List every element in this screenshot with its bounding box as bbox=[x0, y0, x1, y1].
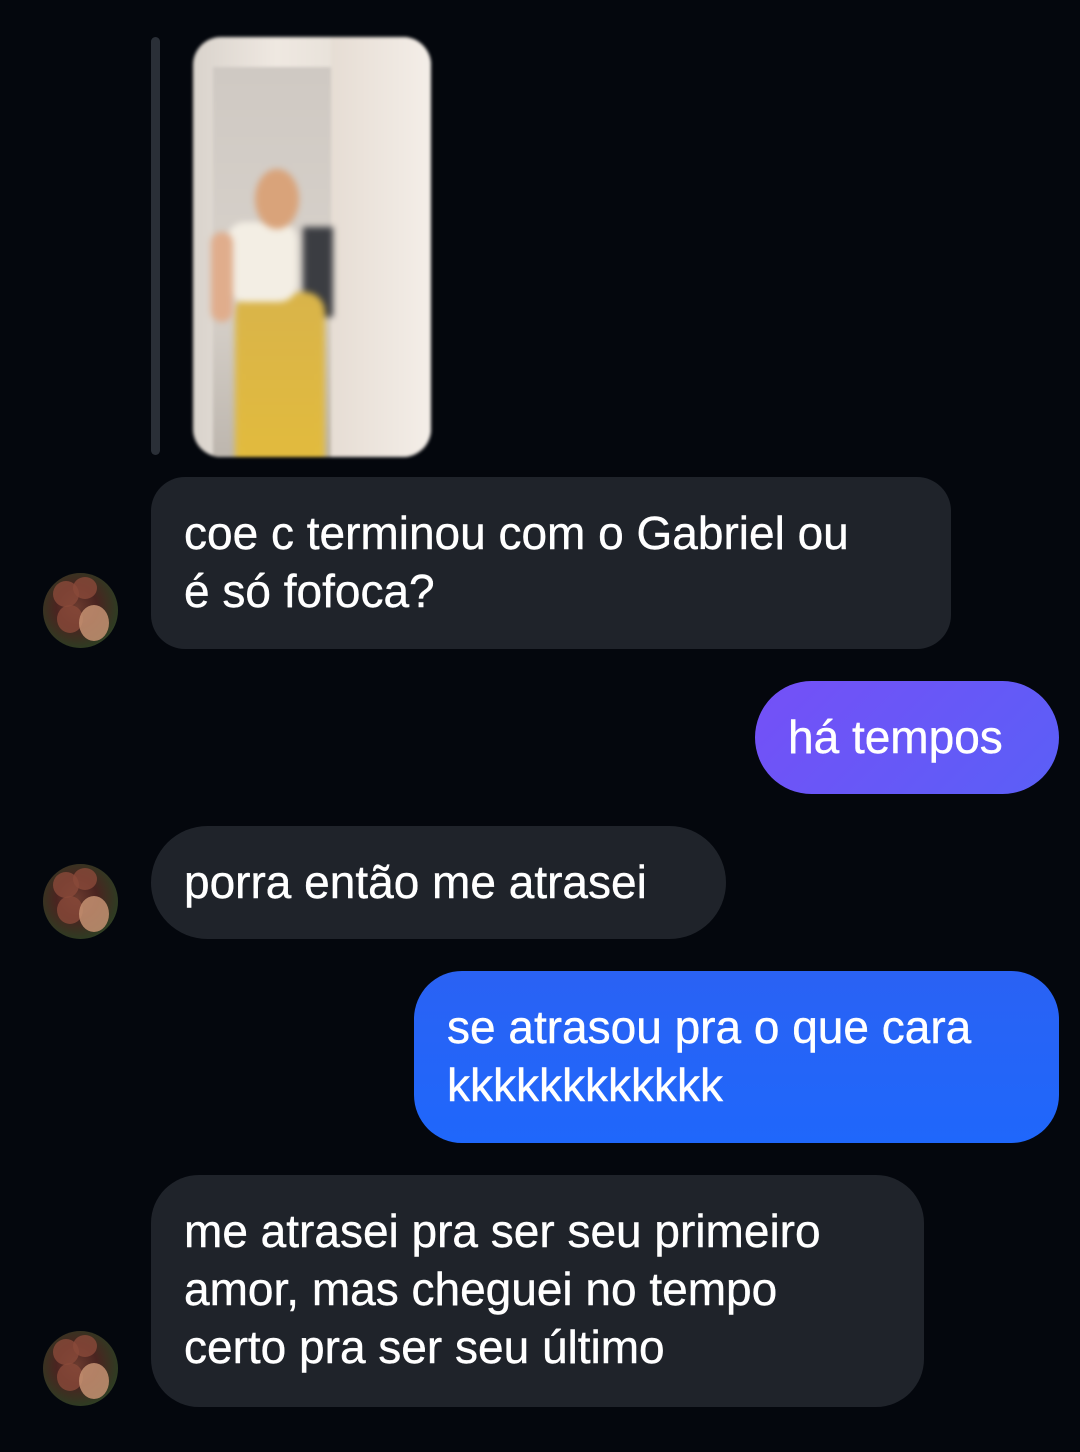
photo-skirt bbox=[235, 292, 325, 457]
photo-head bbox=[255, 169, 299, 229]
reply-bar bbox=[151, 37, 160, 455]
message-bubble-outgoing[interactable]: se atrasou pra o que cara kkkkkkkkkkkk bbox=[414, 971, 1059, 1143]
photo-arm bbox=[211, 232, 233, 322]
photo-top bbox=[227, 222, 297, 302]
message-bubble-incoming[interactable]: me atrasei pra ser seu primeiro amor, ma… bbox=[151, 1175, 924, 1407]
replied-photo[interactable] bbox=[193, 37, 431, 457]
message-text: há tempos bbox=[788, 711, 1003, 763]
avatar[interactable] bbox=[43, 864, 118, 939]
message-text: amor, mas cheguei no tempo bbox=[184, 1263, 778, 1315]
message-text: coe c terminou com o Gabriel ou bbox=[184, 507, 849, 559]
message-text: me atrasei pra ser seu primeiro bbox=[184, 1205, 821, 1257]
message-text: certo pra ser seu último bbox=[184, 1321, 665, 1373]
avatar[interactable] bbox=[43, 1331, 118, 1406]
message-text: kkkkkkkkkkkk bbox=[447, 1059, 723, 1111]
message-bubble-incoming[interactable]: porra então me atrasei bbox=[151, 826, 726, 939]
avatar[interactable] bbox=[43, 573, 118, 648]
message-text: se atrasou pra o que cara bbox=[447, 1001, 972, 1053]
message-text: porra então me atrasei bbox=[184, 856, 647, 908]
message-bubble-incoming[interactable]: coe c terminou com o Gabriel ou é só fof… bbox=[151, 477, 951, 649]
message-text: é só fofoca? bbox=[184, 565, 435, 617]
message-bubble-outgoing[interactable]: há tempos bbox=[755, 681, 1059, 794]
photo-doorframe bbox=[331, 37, 431, 457]
